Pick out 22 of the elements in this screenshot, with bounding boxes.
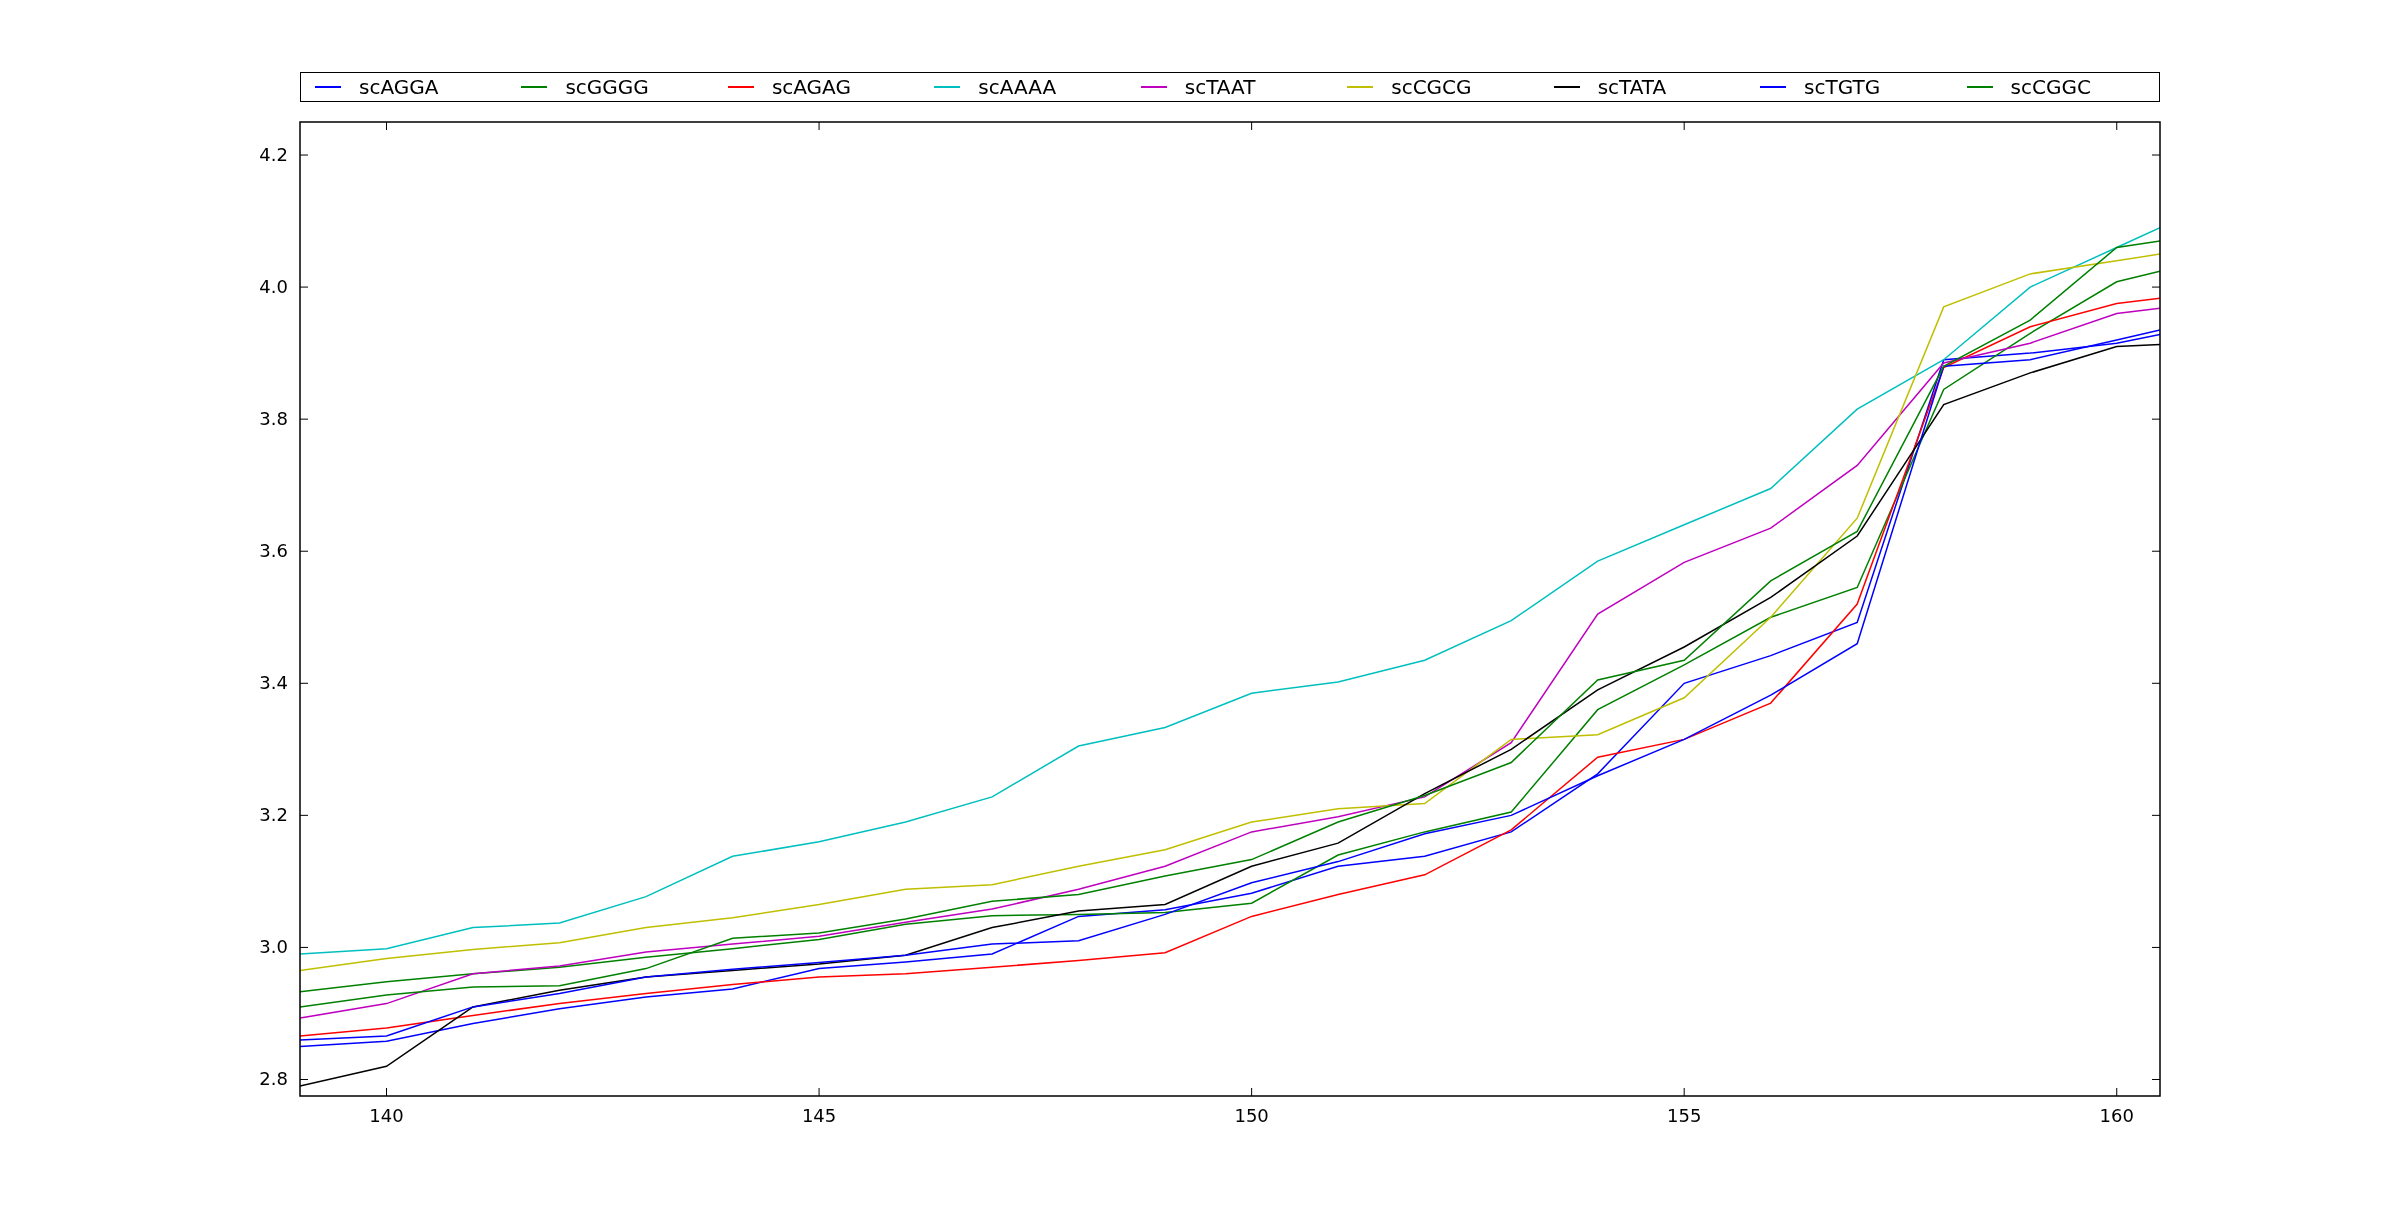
legend-label: scCGGC: [2010, 75, 2091, 99]
legend-label: scTAAT: [1184, 75, 1256, 99]
y-tick-label: 3.6: [259, 540, 288, 562]
legend-label: scAAAA: [978, 75, 1057, 99]
legend-label: scGGGG: [565, 75, 649, 99]
legend-label: scTGTG: [1804, 75, 1881, 99]
legend-label: scTATA: [1597, 75, 1667, 99]
x-tick-label: 145: [801, 1105, 837, 1126]
y-tick-label: 3.4: [259, 672, 288, 694]
y-tick-label: 2.8: [259, 1068, 288, 1090]
y-tick-label: 3.8: [259, 408, 288, 430]
legend-label: scAGGA: [359, 75, 439, 99]
x-tick-label: 150: [1234, 1105, 1269, 1126]
legend-label: scAGAG: [771, 75, 851, 99]
legend-label: scCGCG: [1391, 75, 1472, 99]
x-tick-label: 140: [369, 1105, 404, 1126]
y-tick-label: 3.0: [259, 936, 288, 958]
y-tick-label: 4.0: [259, 276, 288, 298]
y-tick-label: 4.2: [259, 144, 288, 165]
x-tick-label: 160: [2099, 1105, 2134, 1126]
x-tick-label: 155: [1667, 1105, 1702, 1126]
y-tick-label: 3.2: [259, 804, 288, 826]
